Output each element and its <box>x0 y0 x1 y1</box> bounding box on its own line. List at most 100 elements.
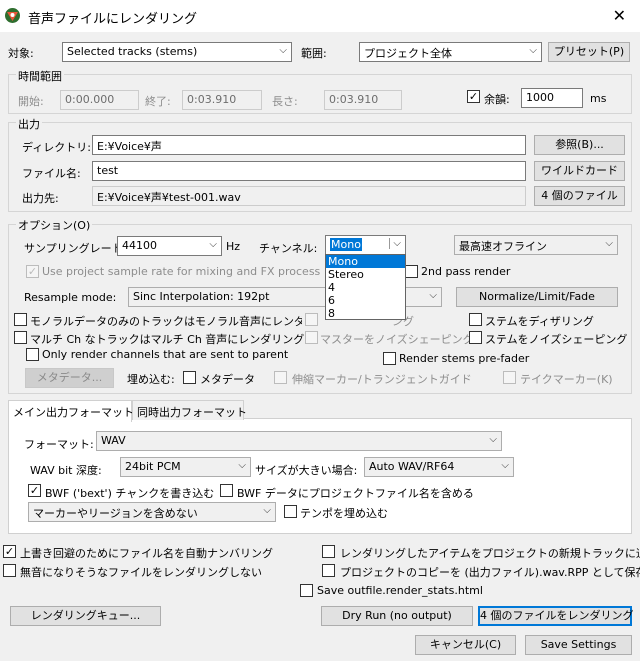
silent-files-checkbox[interactable] <box>3 564 16 577</box>
channels-option[interactable]: 6 <box>326 294 405 307</box>
second-pass-label: 2nd pass render <box>421 265 511 278</box>
sample-rate-select[interactable]: 44100 ⌵ <box>117 236 222 256</box>
dither-master-checkbox[interactable] <box>305 313 318 326</box>
use-project-rate-checkbox[interactable]: ✓ <box>26 265 39 278</box>
bwf-chunk-checkbox[interactable]: ✓ <box>28 484 41 497</box>
mono-tracks-checkbox[interactable] <box>14 313 27 326</box>
bit-depth-value: 24bit PCM <box>125 460 181 473</box>
channels-option[interactable]: 8 <box>326 307 405 320</box>
bounds-value: プロジェクト全体 <box>364 47 452 60</box>
normalize-button[interactable]: Normalize/Limit/Fade <box>456 287 618 307</box>
source-label: 対象: <box>8 47 34 60</box>
tab-main-format[interactable]: メイン出力フォーマット <box>8 400 134 422</box>
chevron-down-icon: ⌵ <box>389 238 401 249</box>
preset-button[interactable]: プリセット(P) <box>548 42 630 62</box>
render-queue-button[interactable]: レンダリングキュー... <box>10 606 161 626</box>
tail-checkbox[interactable]: ✓ <box>467 90 480 103</box>
bwf-chunk-label: BWF ('bext') チャンクを書き込む <box>45 487 215 500</box>
metadata-button[interactable]: メタデータ... <box>25 368 114 388</box>
stems-prefader-checkbox[interactable] <box>383 352 396 365</box>
mono-tracks-label: モノラルデータのみのトラックはモノラル音声にレンダリ <box>30 315 302 328</box>
markers-value: マーカーやリージョンを含めない <box>33 507 198 520</box>
bounds-label: 範囲: <box>301 47 327 60</box>
files-button[interactable]: 4 個のファイル <box>534 186 625 206</box>
add-items-checkbox[interactable] <box>322 545 335 558</box>
resample-value: Sinc Interpolation: 192pt <box>133 290 270 303</box>
silent-files-label: 無音になりそうなファイルをレンダリングしない <box>20 566 262 579</box>
bit-depth-select[interactable]: 24bit PCM ⌵ <box>120 457 251 477</box>
only-parent-label: Only render channels that are sent to pa… <box>42 348 289 361</box>
save-settings-button[interactable]: Save Settings <box>525 635 632 655</box>
format-select[interactable]: WAV ⌵ <box>96 431 502 451</box>
speed-select[interactable]: 最高速オフライン ⌵ <box>454 235 618 255</box>
directory-label: ディレクトリ: <box>22 141 91 154</box>
chevron-down-icon: ⌵ <box>279 45 287 56</box>
embed-take-label: テイクマーカー(K) <box>520 373 613 386</box>
dither-stems-checkbox[interactable] <box>469 313 482 326</box>
source-value: Selected tracks (stems) <box>67 45 198 58</box>
start-field[interactable]: 0:00.000 <box>60 90 139 110</box>
noise-master-checkbox[interactable] <box>305 331 318 344</box>
dry-run-button[interactable]: Dry Run (no output) <box>321 606 473 626</box>
window-title: 音声ファイルにレンダリング <box>28 12 198 27</box>
close-icon[interactable]: ✕ <box>613 6 626 25</box>
chevron-down-icon: ⌵ <box>529 45 537 56</box>
options-label: オプション(O) <box>16 217 93 233</box>
start-label: 開始: <box>18 95 44 108</box>
embed-tempo-label: テンポを埋め込む <box>300 507 388 520</box>
stems-prefader-label: Render stems pre-fader <box>399 352 530 365</box>
embed-metadata-checkbox[interactable] <box>183 371 196 384</box>
channels-option[interactable]: 4 <box>326 281 405 294</box>
embed-stretch-checkbox[interactable] <box>274 371 287 384</box>
hz-label: Hz <box>226 240 241 253</box>
tail-label: 余韻: <box>484 93 510 106</box>
channels-select[interactable]: Mono ⌵ <box>325 235 406 255</box>
format-label: フォーマット: <box>24 438 94 451</box>
noise-stems-label: ステムをノイズシェーピング <box>485 333 628 346</box>
channels-value: Mono <box>330 238 362 251</box>
wildcard-button[interactable]: ワイルドカード <box>534 161 625 181</box>
length-field[interactable]: 0:03.910 <box>324 90 402 110</box>
bwf-project-checkbox[interactable] <box>220 484 233 497</box>
format-value: WAV <box>101 434 126 447</box>
directory-field[interactable]: E:¥Voice¥声 <box>92 135 526 155</box>
tail-field[interactable]: 1000 <box>521 88 583 108</box>
embed-tempo-checkbox[interactable] <box>284 505 297 518</box>
length-label: 長さ: <box>272 95 298 108</box>
time-range-label: 時間範囲 <box>16 68 64 84</box>
channels-option[interactable]: Mono <box>326 255 405 268</box>
save-stats-checkbox[interactable] <box>300 584 313 597</box>
second-pass-checkbox[interactable] <box>405 265 418 278</box>
title-bar: 音声ファイルにレンダリング ✕ <box>0 0 640 32</box>
multichannel-checkbox[interactable] <box>14 331 27 344</box>
chevron-down-icon: ⌵ <box>238 460 246 471</box>
large-files-value: Auto WAV/RF64 <box>369 460 455 473</box>
channels-dropdown: Mono Stereo 4 6 8 <box>325 254 406 320</box>
source-select[interactable]: Selected tracks (stems) ⌵ <box>62 42 292 62</box>
cancel-button[interactable]: キャンセル(C) <box>415 635 516 655</box>
render-files-button[interactable]: 4 個のファイルをレンダリング <box>478 606 634 626</box>
channels-option[interactable]: Stereo <box>326 268 405 281</box>
save-copy-label: プロジェクトのコピーを (出力ファイル).wav.RPP として保存 <box>340 566 640 579</box>
render-to-field: E:¥Voice¥声¥test-001.wav <box>92 186 526 206</box>
large-files-select[interactable]: Auto WAV/RF64 ⌵ <box>364 457 514 477</box>
auto-increment-checkbox[interactable]: ✓ <box>3 545 16 558</box>
noise-stems-checkbox[interactable] <box>469 331 482 344</box>
channels-label: チャンネル: <box>259 242 318 255</box>
filename-field[interactable]: test <box>92 161 526 181</box>
chevron-down-icon: ⌵ <box>263 505 271 516</box>
bounds-select[interactable]: プロジェクト全体 ⌵ <box>359 42 542 62</box>
save-stats-label: Save outfile.render_stats.html <box>317 584 483 597</box>
chevron-down-icon: ⌵ <box>489 434 497 445</box>
large-files-label: サイズが大きい場合: <box>255 464 358 477</box>
save-copy-checkbox[interactable] <box>322 564 335 577</box>
embed-take-checkbox[interactable] <box>503 371 516 384</box>
resample-label: Resample mode: <box>24 291 117 304</box>
bwf-project-label: BWF データにプロジェクトファイル名を含める <box>237 487 474 500</box>
browse-button[interactable]: 参照(B)... <box>534 135 625 155</box>
end-field[interactable]: 0:03.910 <box>182 90 262 110</box>
markers-select[interactable]: マーカーやリージョンを含めない ⌵ <box>28 502 276 522</box>
only-parent-checkbox[interactable] <box>26 348 39 361</box>
tab-secondary-format[interactable]: 同時出力フォーマット <box>132 400 247 420</box>
end-label: 終了: <box>145 95 171 108</box>
